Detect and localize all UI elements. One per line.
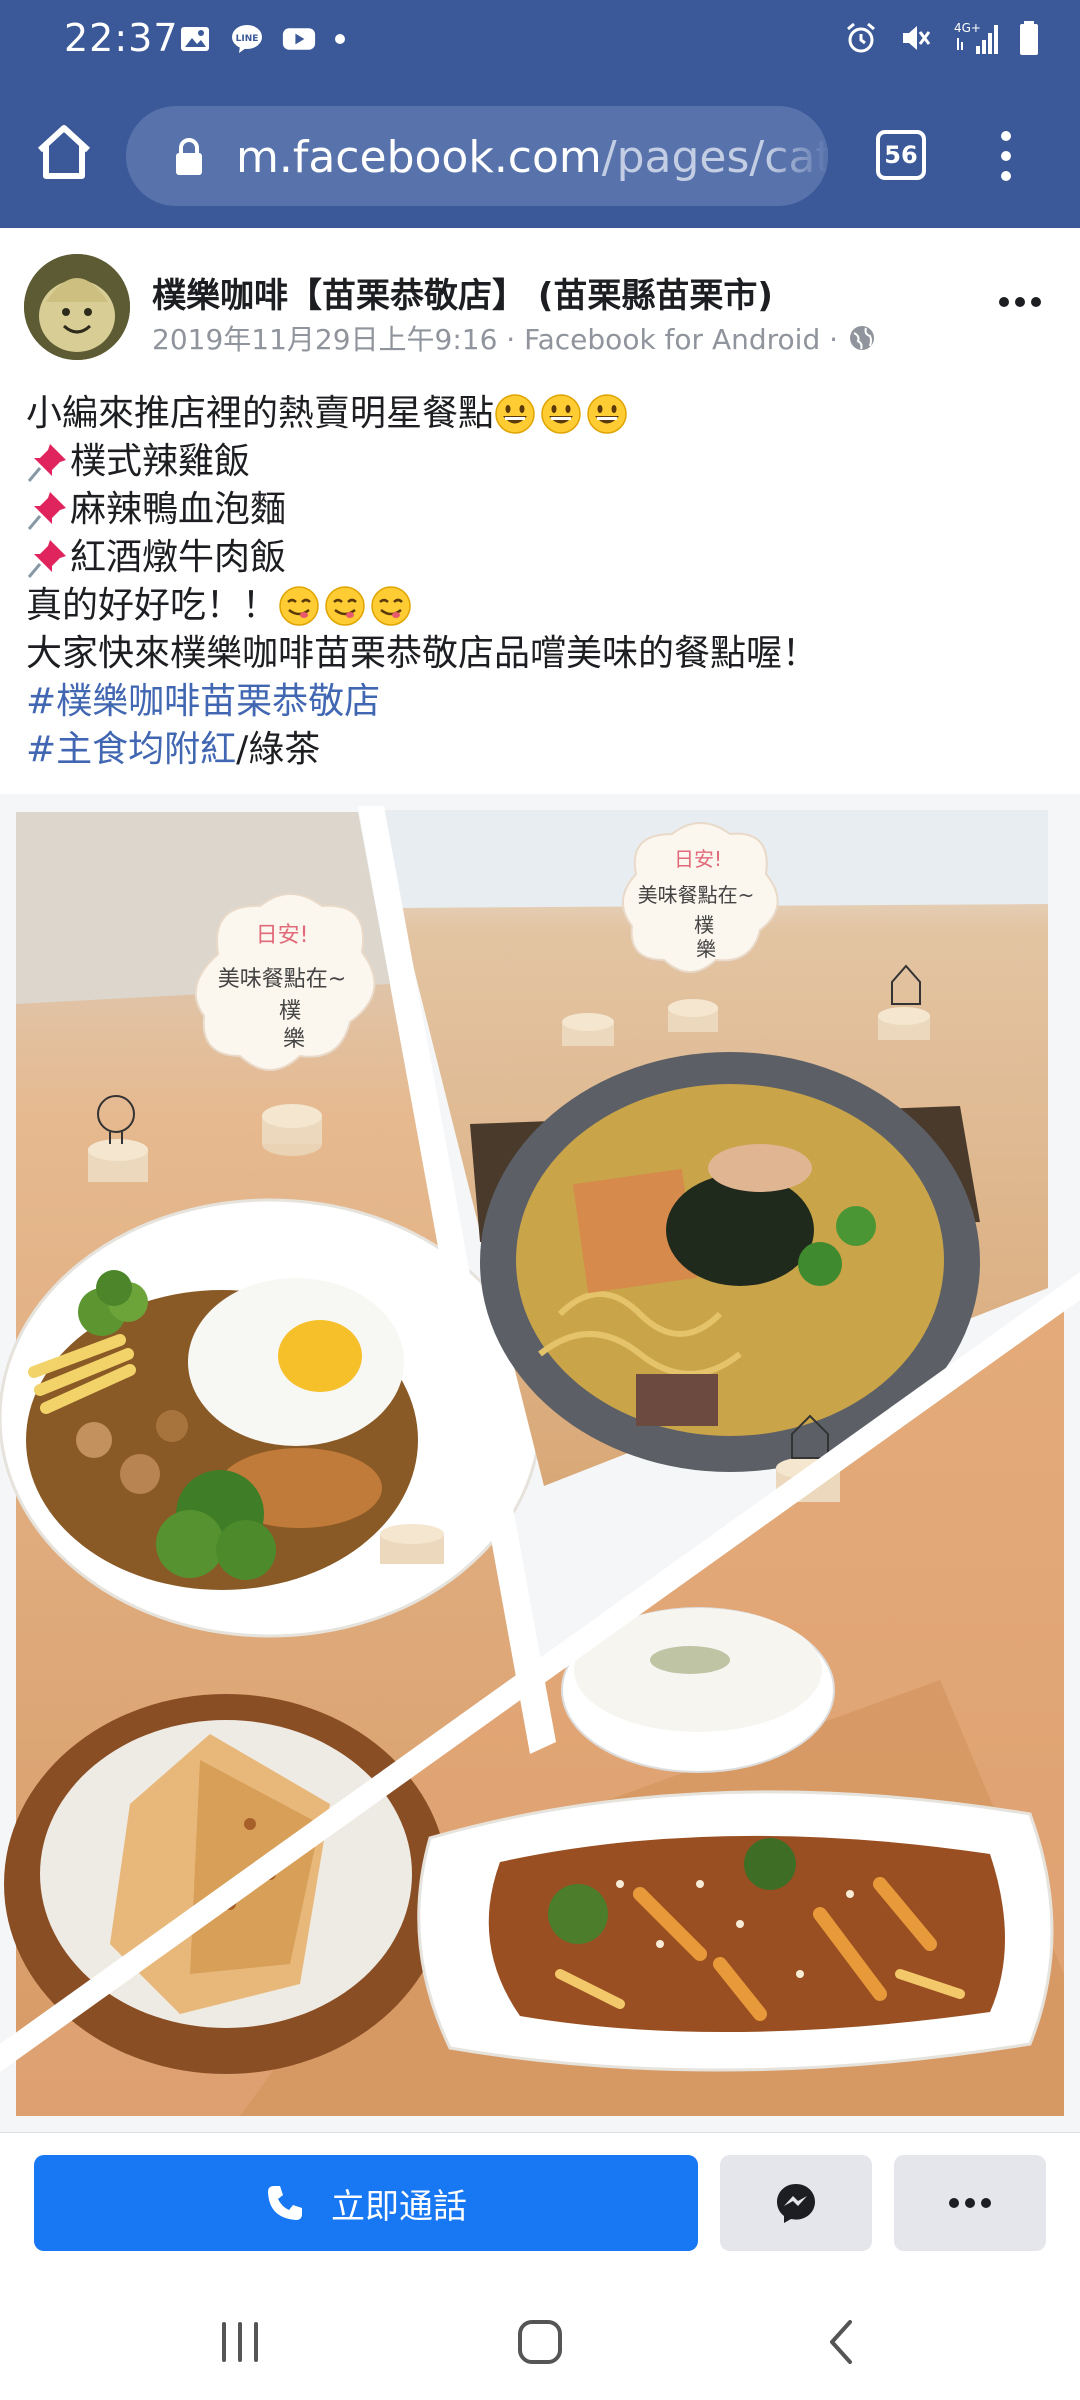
svg-text:LINE: LINE	[236, 34, 259, 44]
intro-text: 小編來推店裡的熱賣明星餐點	[26, 393, 495, 434]
url-host: m.facebook.com	[236, 132, 602, 183]
status-bar: 22:37 LINE 4G+	[0, 0, 1080, 80]
call-now-label: 立即通話	[331, 2186, 467, 2227]
recent-apps-icon[interactable]	[210, 2312, 270, 2372]
ellipsis-icon	[949, 2198, 991, 2208]
page-action-bar: 立即通話	[0, 2132, 1080, 2274]
post-line-intro: 小編來推店裡的熱賣明星餐點	[26, 390, 1056, 438]
back-icon[interactable]	[812, 2312, 872, 2372]
menu-item-2: 麻辣鴨血泡麵	[70, 489, 287, 530]
savoring-face-emoji-icon	[371, 586, 411, 626]
sign-brand-2: 樂	[283, 1027, 305, 1052]
grinning-face-emoji-icon	[541, 394, 581, 434]
address-bar[interactable]: m.facebook.com/pages/cat	[126, 106, 828, 206]
battery-icon	[1020, 21, 1038, 55]
mute-icon	[903, 26, 931, 50]
avatar-image	[24, 254, 130, 360]
post-line-praise: 真的好好吃！！	[26, 582, 1056, 630]
post-timestamp[interactable]: 2019年11月29日上午9:16 · Facebook for Android…	[152, 318, 838, 358]
home-button-icon[interactable]	[510, 2312, 570, 2372]
youtube-icon	[282, 28, 316, 50]
menu-item-1: 樸式辣雞飯	[70, 441, 251, 482]
sign-tagline-2: 美味餐點在~	[638, 883, 755, 907]
sign-hello-2: 日安!	[674, 847, 722, 871]
grinning-face-emoji-icon	[495, 394, 535, 434]
post-line-invite: 大家快來樸樂咖啡苗栗恭敬店品嚐美味的餐點喔！	[26, 630, 1056, 678]
more-options-icon[interactable]	[996, 282, 1044, 322]
sign-brand-1: 樸	[279, 999, 301, 1024]
url-fade	[768, 106, 828, 206]
invite-text: 大家快來樸樂咖啡苗栗恭敬店品嚐美味的餐點喔！	[26, 633, 819, 674]
messenger-button[interactable]	[720, 2155, 872, 2251]
network-label: 4G+	[954, 21, 981, 35]
lock-icon	[176, 138, 202, 175]
globe-icon	[850, 326, 875, 350]
pushpin-emoji-icon	[27, 492, 66, 530]
savoring-face-emoji-icon	[279, 586, 319, 626]
post-meta: 2019年11月29日上午9:16 · Facebook for Android…	[152, 318, 876, 358]
url-text: m.facebook.com/pages/cat	[236, 132, 828, 183]
status-system-icons: 4G+	[844, 20, 1040, 56]
signal-icon: 4G+	[954, 21, 998, 54]
grinning-face-emoji-icon	[587, 394, 627, 434]
food-photo-collage: 日安! 美味餐點在~ 樸 樂 日安! 美味餐點在~ 樸 樂	[0, 794, 1080, 2134]
alarm-icon	[847, 22, 875, 53]
line-icon: LINE	[232, 25, 262, 53]
phone-icon	[268, 2186, 302, 2220]
sign-hello: 日安!	[256, 923, 309, 948]
savoring-face-emoji-icon	[325, 586, 365, 626]
tab-switcher-button[interactable]: 56	[876, 130, 926, 180]
browser-chrome: 22:37 LINE 4G+ m.facebook.com/pages/cat …	[0, 0, 1080, 228]
system-navigation-bar	[0, 2274, 1080, 2400]
status-notification-icons: LINE	[178, 22, 346, 56]
gallery-icon	[181, 27, 209, 51]
post-line-item2: 麻辣鴨血泡麵	[26, 486, 1056, 534]
post-line-item1: 樸式辣雞飯	[26, 438, 1056, 486]
home-icon[interactable]	[32, 120, 96, 184]
praise-text: 真的好好吃！！	[26, 585, 279, 626]
sign-brand-2b: 樂	[696, 937, 716, 961]
post-line-hashtag2: #主食均附紅/綠茶	[26, 726, 1056, 774]
browser-toolbar: m.facebook.com/pages/cat 56	[0, 98, 1080, 216]
post-message: 小編來推店裡的熱賣明星餐點 樸式辣雞飯 麻辣鴨血泡麵 紅酒燉牛肉飯 真的好好吃！…	[26, 390, 1056, 774]
sign-tagline: 美味餐點在~	[218, 967, 346, 992]
pushpin-emoji-icon	[27, 444, 66, 482]
page-avatar[interactable]	[24, 254, 130, 360]
post-line-hashtag1: #樸樂咖啡苗栗恭敬店	[26, 678, 1056, 726]
post-header: 樸樂咖啡【苗栗恭敬店】 (苗栗縣苗栗市) 2019年11月29日上午9:16 ·…	[0, 232, 1080, 362]
overflow-menu-icon[interactable]	[988, 126, 1024, 186]
call-now-button[interactable]: 立即通話	[34, 2155, 698, 2251]
menu-item-3: 紅酒燉牛肉飯	[70, 537, 287, 578]
hashtag-link[interactable]: #樸樂咖啡苗栗恭敬店	[26, 678, 380, 726]
pushpin-emoji-icon	[27, 540, 66, 578]
page-name[interactable]: 樸樂咖啡【苗栗恭敬店】 (苗栗縣苗栗市)	[152, 268, 773, 317]
messenger-icon	[777, 2184, 815, 2223]
sign-brand-1b: 樸	[694, 913, 714, 937]
more-actions-button[interactable]	[894, 2155, 1046, 2251]
post-line-item3: 紅酒燉牛肉飯	[26, 534, 1056, 582]
hashtag-link[interactable]: #主食均附紅	[26, 726, 236, 774]
dot-icon	[335, 34, 345, 44]
post-photo[interactable]: 日安! 美味餐點在~ 樸 樂 日安! 美味餐點在~ 樸 樂	[0, 794, 1080, 2134]
hashtag-suffix: /綠茶	[236, 729, 321, 770]
status-time: 22:37	[64, 16, 179, 60]
